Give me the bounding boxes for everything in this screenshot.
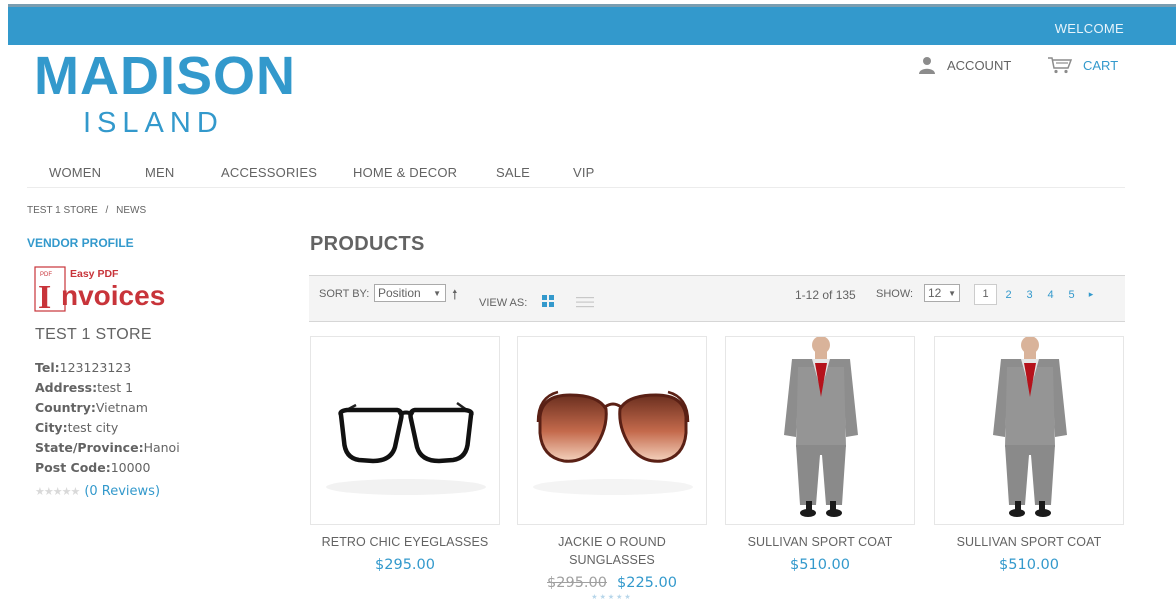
page-title: PRODUCTS	[310, 233, 425, 255]
vendor-country: Country:Vietnam	[35, 400, 148, 415]
vendor-tel: Tel:123123123	[35, 360, 132, 375]
nav-item-men[interactable]: MEN	[145, 165, 175, 180]
vendor-address: Address:test 1	[35, 380, 134, 395]
arrow-up-icon[interactable]: 🠕	[452, 286, 458, 308]
vendor-post-code: Post Code:10000	[35, 460, 151, 475]
products-toolbar: SORT BY: Position ▼ 🠕 VIEW AS: 1-12 of 1…	[309, 275, 1125, 322]
show-select[interactable]: 12 ▼	[924, 284, 960, 302]
nav-item-sale[interactable]: SALE	[496, 165, 530, 180]
cart-icon	[1048, 57, 1073, 74]
vendor-logo-rest: nvoices	[61, 280, 165, 311]
pager-count: 1-12 of 135	[795, 288, 856, 302]
page-1[interactable]: 1	[974, 284, 997, 305]
next-page-icon[interactable]: ▸	[1082, 289, 1100, 300]
page-5[interactable]: 5	[1061, 289, 1082, 301]
sort-label: SORT BY:	[319, 288, 370, 300]
rating-stars-icon: ★★★★★	[35, 485, 80, 498]
nav-item-home-decor[interactable]: HOME & DECOR	[353, 165, 457, 180]
top-bar: WELCOME	[8, 4, 1176, 45]
product-image-suit[interactable]	[725, 336, 915, 525]
view-as-label: VIEW AS:	[479, 297, 528, 309]
show-select-value: 12	[928, 286, 942, 300]
vendor-profile-title: VENDOR PROFILE	[27, 236, 134, 250]
product-rating-stars-icon: ★★★★★	[591, 594, 633, 601]
logo-island[interactable]: ISLAND	[83, 106, 224, 140]
page-2[interactable]: 2	[998, 289, 1019, 301]
vendor-city: City:test city	[35, 420, 119, 435]
sort-select-value: Position	[378, 286, 421, 300]
product-price: $295.00	[375, 557, 435, 573]
user-icon	[919, 57, 935, 74]
product-image-sunglasses[interactable]	[517, 336, 707, 525]
product-card[interactable]: JACKIE O ROUND SUNGLASSES $295.00 $225.00…	[517, 336, 707, 601]
product-card[interactable]: RETRO CHIC EYEGLASSES $295.00	[310, 336, 500, 573]
vendor-logo-pdf-tag: PDF	[40, 272, 52, 278]
logo-madison[interactable]: MADISON	[34, 46, 296, 106]
pagination: 1 2 3 4 5 ▸	[974, 284, 1100, 305]
page-4[interactable]: 4	[1040, 289, 1061, 301]
vendor-state: State/Province:Hanoi	[35, 440, 180, 455]
product-card[interactable]: SULLIVAN SPORT COAT $510.00	[725, 336, 915, 573]
page-3[interactable]: 3	[1019, 289, 1040, 301]
product-name[interactable]: SULLIVAN SPORT COAT	[725, 533, 915, 551]
product-old-price: $295.00	[547, 575, 607, 591]
breadcrumb-store[interactable]: TEST 1 STORE	[27, 205, 98, 216]
chevron-down-icon: ▼	[948, 289, 956, 298]
product-image-suit[interactable]	[934, 336, 1124, 525]
product-name[interactable]: SULLIVAN SPORT COAT	[934, 533, 1124, 551]
product-price: $510.00	[790, 557, 850, 573]
product-card[interactable]: SULLIVAN SPORT COAT $510.00	[934, 336, 1124, 573]
vendor-store-name: TEST 1 STORE	[35, 326, 152, 343]
welcome-message: WELCOME	[1054, 21, 1124, 36]
nav-item-women[interactable]: WOMEN	[49, 165, 101, 180]
product-price: $295.00 $225.00	[517, 575, 707, 591]
vendor-logo-small-text: Easy PDF	[70, 268, 119, 280]
account-label: ACCOUNT	[947, 57, 1012, 73]
reviews-link[interactable]: (0 Reviews)	[84, 484, 160, 499]
vendor-logo-initial: I	[38, 279, 51, 313]
sort-select[interactable]: Position ▼	[374, 284, 446, 302]
nav-item-accessories[interactable]: ACCESSORIES	[221, 165, 317, 180]
breadcrumb-current: NEWS	[116, 205, 147, 216]
account-link[interactable]: ACCOUNT	[918, 56, 1011, 74]
product-special-price: $225.00	[617, 575, 677, 591]
product-price: $510.00	[999, 557, 1059, 573]
main-nav: WOMEN MEN ACCESSORIES HOME & DECOR SALE …	[27, 165, 1125, 188]
vendor-details: Tel:123123123 Address:test 1 Country:Vie…	[35, 358, 180, 478]
product-name[interactable]: JACKIE O ROUND SUNGLASSES	[517, 533, 707, 569]
cart-label: CART	[1083, 57, 1119, 73]
chevron-down-icon: ▼	[433, 289, 441, 298]
grid-view-icon[interactable]	[542, 295, 554, 307]
vendor-rating: ★★★★★ (0 Reviews)	[35, 484, 160, 499]
cart-link[interactable]: CART	[1047, 56, 1118, 74]
nav-item-vip[interactable]: VIP	[573, 165, 595, 180]
show-label: SHOW:	[876, 288, 914, 300]
breadcrumb-separator: /	[105, 205, 109, 216]
product-image-eyeglasses[interactable]	[310, 336, 500, 525]
vendor-logo: PDF Easy PDF I nvoices	[34, 266, 165, 313]
list-view-icon[interactable]	[576, 296, 594, 308]
breadcrumb: TEST 1 STORE / NEWS	[27, 205, 146, 216]
product-name[interactable]: RETRO CHIC EYEGLASSES	[310, 533, 500, 551]
